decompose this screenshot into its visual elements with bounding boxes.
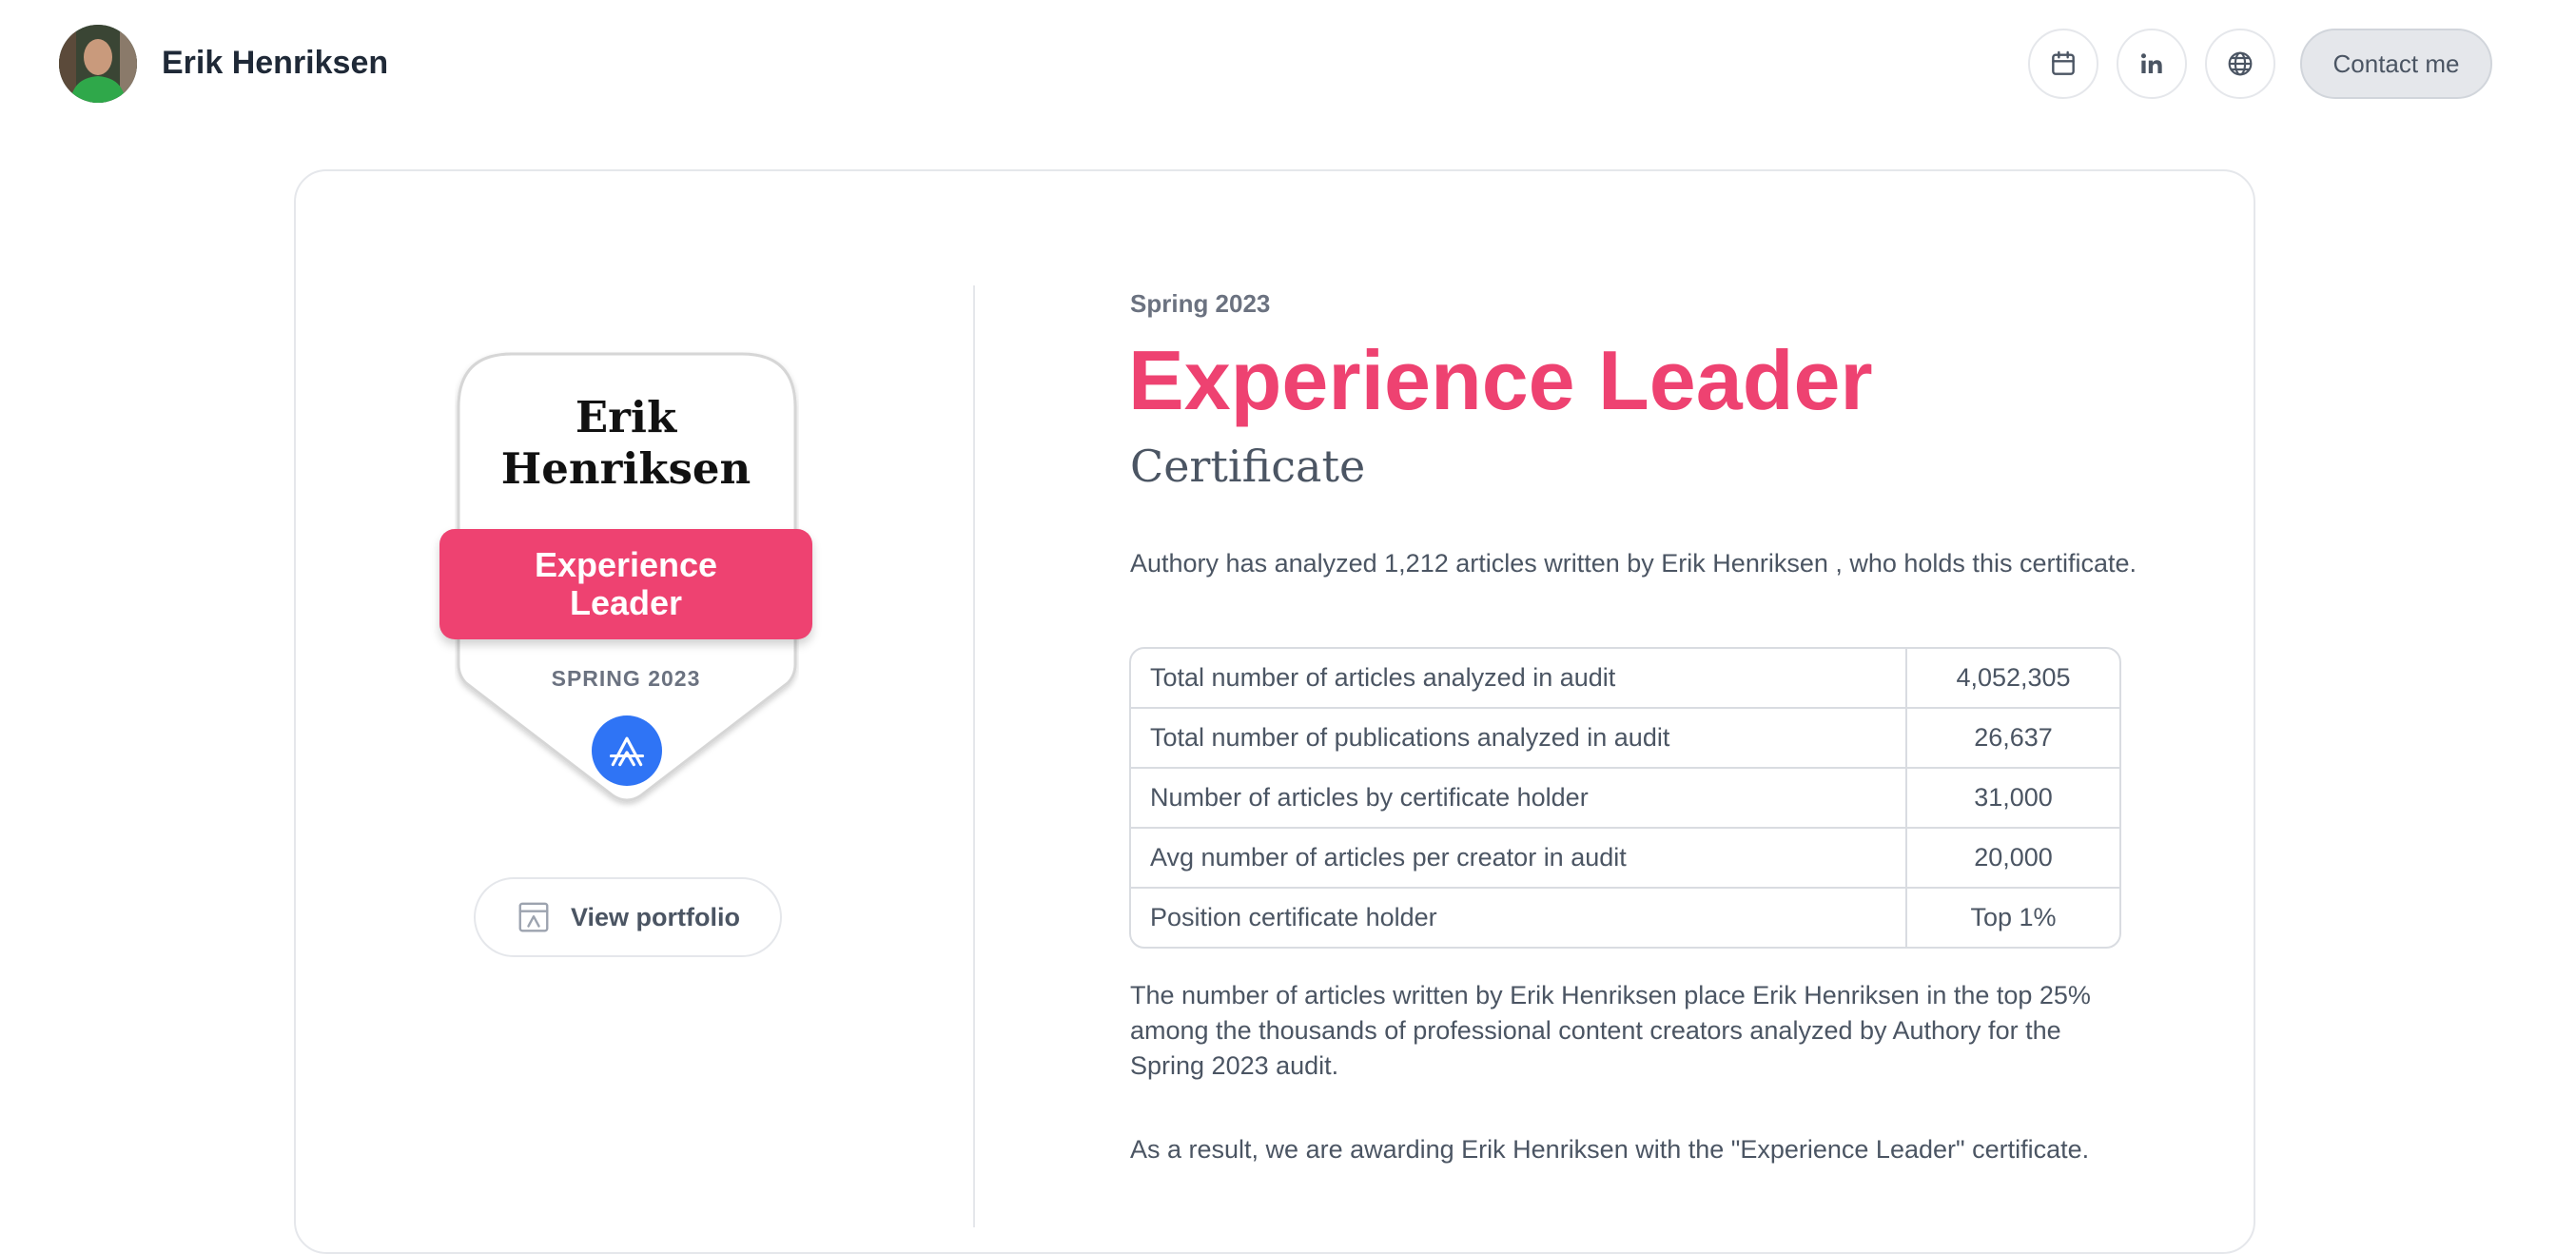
stat-value: Top 1% [1970,903,2057,931]
globe-icon [2228,51,2253,76]
calendar-button[interactable] [2028,29,2098,99]
table-row: Avg number of articles per creator in au… [1131,827,2119,887]
contact-me-button[interactable]: Contact me [2300,29,2492,99]
badge-ribbon: Experience Leader [439,529,812,639]
table-row: Number of articles by certificate holder… [1131,767,2119,827]
badge-title: Experience Leader [534,545,718,622]
table-row: Total number of articles analyzed in aud… [1131,649,2119,707]
certificate-result: As a result, we are awarding Erik Henrik… [1130,1135,2090,1164]
badge-period: SPRING 2023 [551,666,701,691]
calendar-icon [2052,50,2075,75]
site-header: Erik Henriksen Contact me [0,0,2576,126]
stats-table: Total number of articles analyzed in aud… [1129,647,2121,949]
stat-label: Total number of publications analyzed in… [1131,709,1907,767]
certificate-title: Experience Leader [1128,333,1873,427]
avatar-photo [59,25,137,103]
stat-label: Avg number of articles per creator in au… [1131,829,1907,887]
stat-value: 4,052,305 [1956,663,2071,692]
certificate-period: Spring 2023 [1130,289,1271,318]
linkedin-button[interactable] [2117,29,2187,99]
linkedin-icon [2140,53,2162,73]
stat-label: Position certificate holder [1131,889,1907,947]
avatar[interactable] [59,25,137,103]
stat-value: 31,000 [1974,783,2053,812]
website-button[interactable] [2205,29,2275,99]
owner-name[interactable]: Erik Henriksen [162,42,388,84]
authory-logo-icon [592,715,662,786]
certificate-summary: The number of articles written by Erik H… [1130,981,2091,1080]
view-portfolio-label: View portfolio [570,902,740,931]
certificate-intro: Authory has analyzed 1,212 articles writ… [1130,549,2137,578]
stat-label: Total number of articles analyzed in aud… [1131,649,1907,707]
view-portfolio-button[interactable]: View portfolio [474,877,782,957]
table-row: Position certificate holder Top 1% [1131,887,2119,947]
certificate-subtitle: Certificate [1130,441,1366,492]
portfolio-icon [518,902,549,932]
badge-holder-name: Erik Henriksen [500,392,751,494]
stat-value: 20,000 [1974,843,2053,872]
stat-value: 26,637 [1974,723,2053,752]
column-divider [973,285,975,1227]
stat-label: Number of articles by certificate holder [1131,769,1907,827]
table-row: Total number of publications analyzed in… [1131,707,2119,767]
